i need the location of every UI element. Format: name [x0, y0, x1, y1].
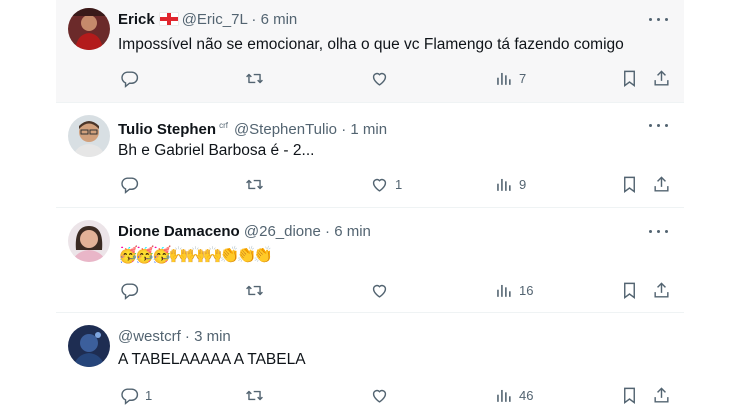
separator: ·	[184, 328, 190, 345]
more-icon[interactable]	[648, 116, 670, 136]
views-icon	[497, 72, 511, 85]
share-icon	[654, 386, 669, 403]
author-handle[interactable]: @StephenTulio	[234, 121, 337, 138]
share-icon	[654, 69, 669, 86]
tweet-actions: 1 9	[56, 173, 684, 195]
heart-icon	[372, 284, 387, 298]
retweet-button[interactable]	[245, 384, 270, 406]
reply-button[interactable]	[120, 173, 145, 195]
tweet[interactable]: @westcrf · 3 min A TABELAAAAA A TABELA 1…	[56, 313, 684, 416]
reply-icon	[121, 282, 139, 300]
reply-icon	[121, 70, 139, 88]
like-button[interactable]: 1	[370, 173, 402, 195]
views-button[interactable]: 46	[494, 384, 533, 406]
tweet-text: 🥳🥳🥳🙌🙌🙌👏👏👏	[118, 247, 273, 264]
avatar[interactable]	[68, 115, 110, 157]
views-count: 16	[519, 282, 534, 298]
tweet-actions: 16	[56, 279, 684, 301]
like-count: 1	[395, 176, 403, 192]
like-button[interactable]	[370, 279, 395, 301]
timestamp[interactable]: 6 min	[334, 223, 371, 240]
avatar[interactable]	[68, 220, 110, 262]
england-flag-icon	[159, 13, 178, 25]
avatar[interactable]	[68, 8, 110, 50]
author-name[interactable]: Erick	[118, 11, 155, 28]
author-handle[interactable]: @26_dione	[244, 223, 321, 240]
bookmark-icon	[624, 387, 635, 404]
views-count: 46	[519, 387, 534, 403]
retweet-icon	[246, 73, 263, 83]
timestamp[interactable]: 6 min	[261, 11, 298, 28]
views-icon	[497, 284, 511, 297]
more-icon[interactable]	[648, 10, 670, 30]
author-handle[interactable]: @Eric_7L	[182, 11, 248, 28]
more-icon[interactable]	[648, 222, 670, 242]
bookmark-button[interactable]	[620, 279, 639, 301]
reply-icon	[121, 176, 139, 194]
reply-count: 1	[145, 387, 153, 403]
heart-icon	[372, 389, 387, 403]
bookmark-icon	[624, 282, 635, 299]
like-button[interactable]	[370, 67, 395, 89]
tweet-text: Impossível não se emocionar, olha o que …	[118, 36, 624, 53]
retweet-icon	[246, 390, 263, 400]
tweet[interactable]: Dione Damaceno @26_dione · 6 min 🥳🥳🥳🙌🙌🙌👏…	[56, 208, 684, 313]
retweet-icon	[246, 285, 263, 295]
views-icon	[497, 389, 511, 402]
tweet-header: Erick @Eric_7L · 6 min	[118, 10, 297, 30]
reply-button[interactable]	[120, 67, 145, 89]
retweet-button[interactable]	[245, 279, 270, 301]
bookmark-button[interactable]	[620, 384, 639, 406]
tweet-actions: 1 46	[56, 384, 684, 406]
retweet-button[interactable]	[245, 173, 270, 195]
tweet-header: Dione Damaceno @26_dione · 6 min	[118, 222, 371, 242]
author-name[interactable]: Tulio Stephen	[118, 121, 216, 138]
views-count: 7	[519, 70, 527, 86]
avatar[interactable]	[68, 325, 110, 367]
views-button[interactable]: 9	[494, 173, 526, 195]
share-button[interactable]	[652, 279, 671, 301]
views-button[interactable]: 16	[494, 279, 533, 301]
tweet-text: A TABELAAAAA A TABELA	[118, 351, 306, 368]
tweet-actions: 7	[56, 67, 684, 89]
reply-feed: Erick @Eric_7L · 6 min Impossível não se …	[56, 0, 684, 416]
reply-button[interactable]	[120, 279, 145, 301]
tweet[interactable]: Tulio Stephen crf @StephenTulio · 1 min Bh…	[56, 104, 684, 208]
share-button[interactable]	[652, 384, 671, 406]
tweet[interactable]: Erick @Eric_7L · 6 min Impossível não se …	[56, 0, 684, 103]
heart-icon	[372, 178, 387, 192]
retweet-button[interactable]	[245, 67, 270, 89]
separator: ·	[325, 223, 331, 240]
bookmark-icon	[624, 70, 635, 87]
club-badge: crf	[219, 121, 228, 130]
tweet-header: @westcrf · 3 min	[118, 327, 231, 347]
reply-icon	[121, 387, 139, 405]
heart-icon	[372, 72, 387, 86]
views-icon	[497, 178, 511, 191]
tweet-header: Tulio Stephen crf @StephenTulio · 1 min	[118, 116, 387, 138]
separator: ·	[341, 121, 347, 138]
retweet-icon	[246, 179, 263, 189]
like-button[interactable]	[370, 384, 395, 406]
timestamp[interactable]: 3 min	[194, 328, 231, 345]
tweet-text: Bh e Gabriel Barbosa é - 2...	[118, 142, 315, 159]
share-icon	[654, 281, 669, 298]
share-button[interactable]	[652, 173, 671, 195]
share-button[interactable]	[652, 67, 671, 89]
author-handle[interactable]: @westcrf	[118, 328, 181, 345]
reply-button[interactable]: 1	[120, 384, 152, 406]
views-count: 9	[519, 176, 527, 192]
bookmark-button[interactable]	[620, 67, 639, 89]
bookmark-button[interactable]	[620, 173, 639, 195]
views-button[interactable]: 7	[494, 67, 526, 89]
share-icon	[654, 175, 669, 192]
bookmark-icon	[624, 176, 635, 193]
timestamp[interactable]: 1 min	[350, 121, 387, 138]
author-name[interactable]: Dione Damaceno	[118, 223, 240, 240]
separator: ·	[251, 11, 257, 28]
